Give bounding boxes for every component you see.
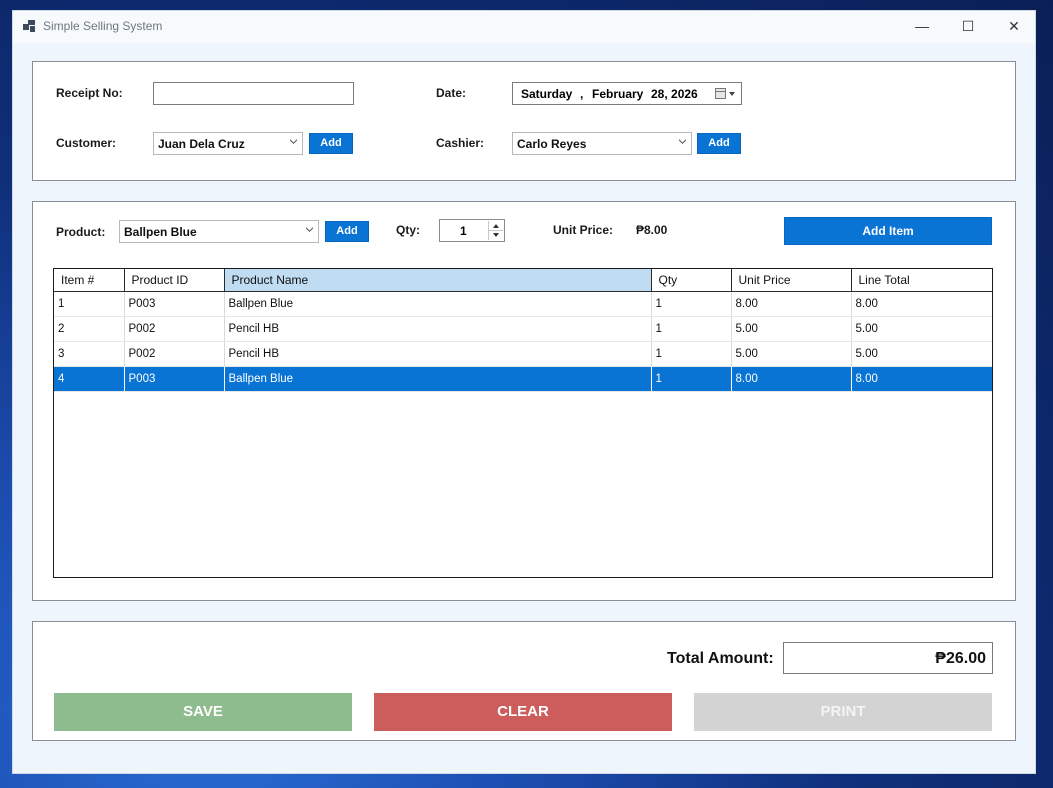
table-row[interactable]: 3 P002 Pencil HB 1 5.00 5.00: [54, 341, 992, 367]
receipt-input[interactable]: [153, 82, 354, 105]
customer-value: Juan Dela Cruz: [158, 137, 245, 151]
title-bar[interactable]: Simple Selling System — ☐ ✕: [13, 11, 1035, 43]
column-header-product-id[interactable]: Product ID: [124, 269, 225, 292]
cashier-combobox[interactable]: Carlo Reyes: [512, 132, 692, 155]
cashier-label: Cashier:: [436, 136, 485, 150]
add-product-button[interactable]: Add: [325, 221, 369, 242]
total-amount-label: Total Amount:: [667, 650, 774, 667]
total-amount-value: ₱26.00: [935, 650, 986, 667]
items-grid[interactable]: Item # Product ID Product Name Qty Unit …: [53, 268, 993, 578]
add-customer-button[interactable]: Add: [309, 133, 353, 154]
cell-product-name[interactable]: Ballpen Blue: [224, 366, 652, 392]
cell-product-id[interactable]: P003: [124, 366, 225, 392]
chevron-down-icon: [679, 139, 686, 144]
qty-stepper[interactable]: 1: [439, 219, 505, 242]
cashier-value: Carlo Reyes: [517, 137, 587, 151]
cell-qty[interactable]: 1: [651, 341, 732, 367]
cell-line-total[interactable]: 8.00: [851, 366, 992, 392]
save-button[interactable]: SAVE: [54, 693, 352, 731]
cell-product-id[interactable]: P003: [124, 291, 225, 317]
cell-line-total[interactable]: 5.00: [851, 316, 992, 342]
column-header-product-name[interactable]: Product Name: [224, 269, 652, 292]
minimize-button[interactable]: —: [899, 11, 945, 41]
date-separator: ,: [580, 87, 584, 101]
table-row[interactable]: 2 P002 Pencil HB 1 5.00 5.00: [54, 316, 992, 342]
date-label: Date:: [436, 86, 467, 100]
cell-unit-price[interactable]: 5.00: [731, 316, 852, 342]
cell-line-total[interactable]: 5.00: [851, 341, 992, 367]
minimize-icon: —: [915, 18, 929, 34]
product-combobox[interactable]: Ballpen Blue: [119, 220, 319, 243]
calendar-dropdown-icon[interactable]: [715, 88, 737, 100]
date-day: Saturday: [521, 87, 573, 101]
column-header-item-no[interactable]: Item #: [54, 269, 125, 292]
qty-value: 1: [460, 224, 467, 238]
product-label: Product:: [56, 225, 106, 239]
cell-line-total[interactable]: 8.00: [851, 291, 992, 317]
cell-item-no[interactable]: 3: [54, 341, 125, 367]
customer-combobox[interactable]: Juan Dela Cruz: [153, 132, 303, 155]
column-header-unit-price[interactable]: Unit Price: [731, 269, 852, 292]
cell-unit-price[interactable]: 5.00: [731, 341, 852, 367]
maximize-button[interactable]: ☐: [945, 11, 991, 41]
date-daynum-year: 28, 2026: [651, 87, 698, 101]
add-cashier-button[interactable]: Add: [697, 133, 741, 154]
qty-label: Qty:: [396, 223, 420, 237]
cell-item-no[interactable]: 1: [54, 291, 125, 317]
cell-unit-price[interactable]: 8.00: [731, 366, 852, 392]
cell-product-name[interactable]: Pencil HB: [224, 316, 652, 342]
header-panel: [32, 61, 1016, 181]
unit-price-value: ₱8.00: [636, 223, 668, 237]
print-button[interactable]: PRINT: [694, 693, 992, 731]
cell-product-name[interactable]: Ballpen Blue: [224, 291, 652, 317]
column-header-line-total[interactable]: Line Total: [851, 269, 992, 292]
table-row[interactable]: 1 P003 Ballpen Blue 1 8.00 8.00: [54, 291, 992, 317]
cell-unit-price[interactable]: 8.00: [731, 291, 852, 317]
chevron-down-icon: [306, 227, 313, 232]
grid-header-row: Item # Product ID Product Name Qty Unit …: [54, 269, 992, 292]
close-icon: ✕: [1008, 18, 1020, 34]
date-month: February: [592, 87, 644, 101]
receipt-label: Receipt No:: [56, 86, 123, 100]
cell-product-name[interactable]: Pencil HB: [224, 341, 652, 367]
qty-spinner[interactable]: [488, 221, 503, 240]
cell-product-id[interactable]: P002: [124, 341, 225, 367]
close-button[interactable]: ✕: [991, 11, 1037, 41]
customer-label: Customer:: [56, 136, 117, 150]
maximize-icon: ☐: [961, 18, 975, 34]
spin-arrows-icon: [489, 224, 503, 237]
cell-item-no[interactable]: 2: [54, 316, 125, 342]
cell-qty[interactable]: 1: [651, 316, 732, 342]
column-header-qty[interactable]: Qty: [651, 269, 732, 292]
product-value: Ballpen Blue: [124, 225, 197, 239]
total-amount-field: ₱26.00: [783, 642, 993, 674]
clear-button[interactable]: CLEAR: [374, 693, 672, 731]
chevron-down-icon: [290, 139, 297, 144]
unit-price-label: Unit Price:: [553, 223, 614, 237]
table-row-selected[interactable]: 4 P003 Ballpen Blue 1 8.00 8.00: [54, 366, 992, 392]
cell-product-id[interactable]: P002: [124, 316, 225, 342]
add-item-button[interactable]: Add Item: [784, 217, 992, 245]
cell-qty[interactable]: 1: [651, 291, 732, 317]
cell-item-no[interactable]: 4: [54, 366, 125, 392]
cell-qty[interactable]: 1: [651, 366, 732, 392]
date-picker[interactable]: Saturday , February 28, 2026: [512, 82, 742, 105]
app-icon: [23, 20, 35, 32]
window-title: Simple Selling System: [43, 19, 163, 33]
